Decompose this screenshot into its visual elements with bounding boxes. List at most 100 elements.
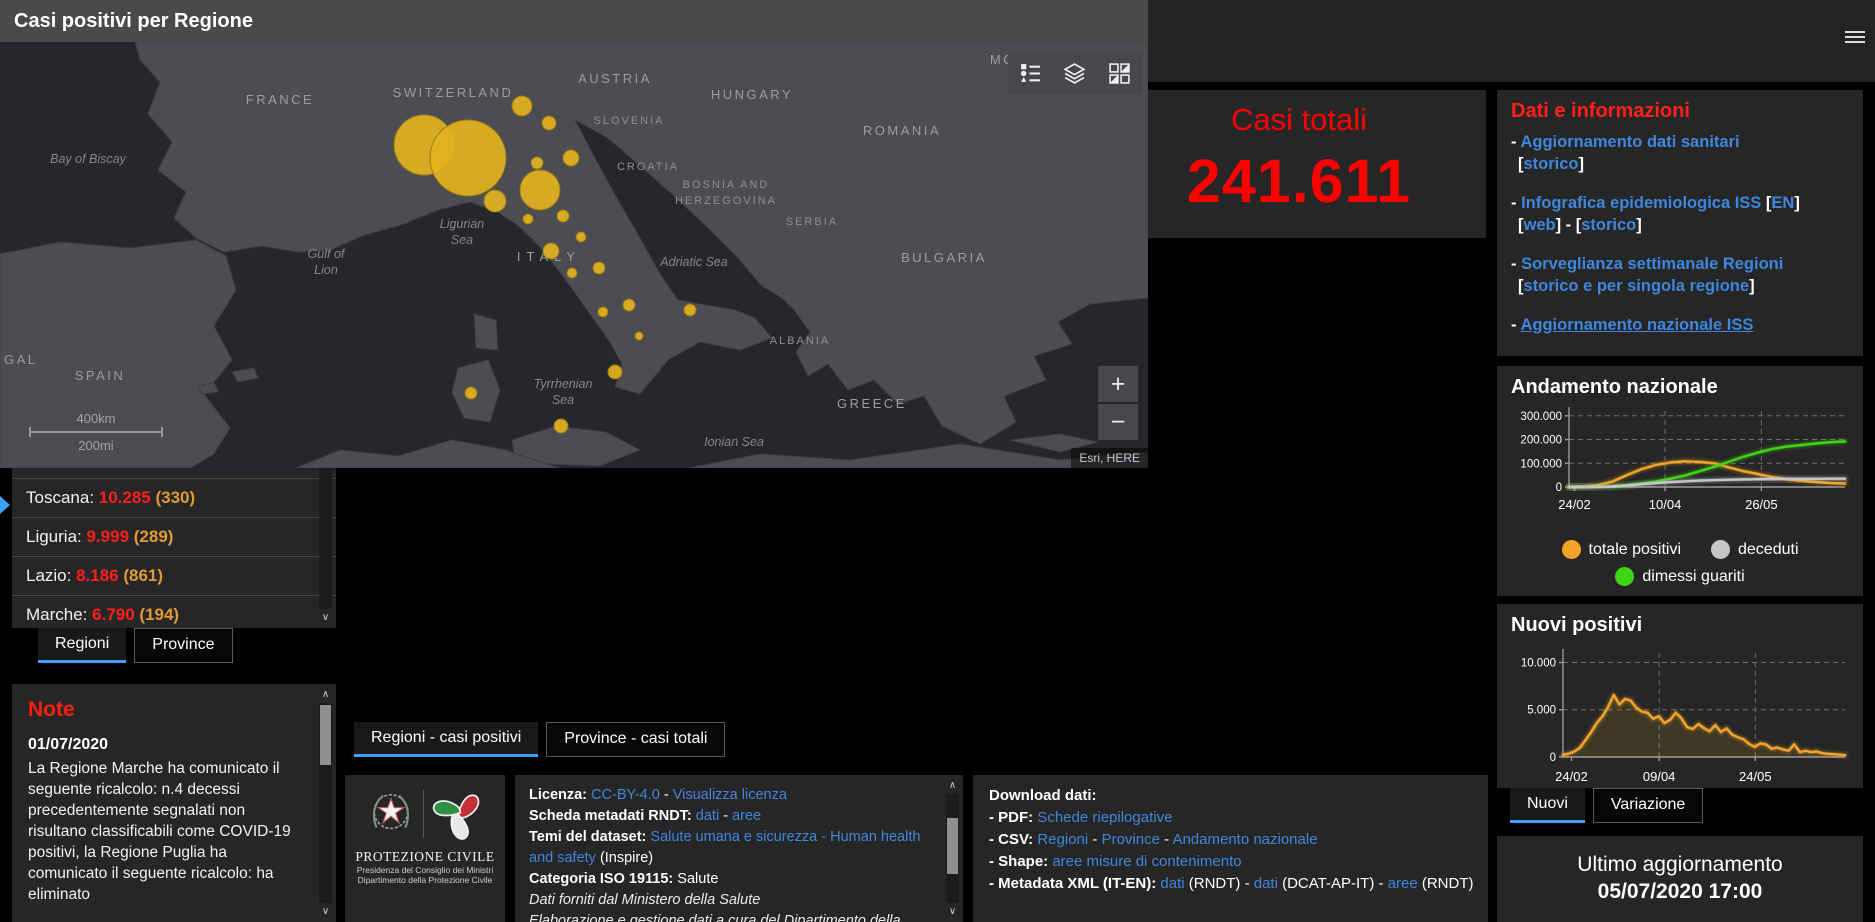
region-case-bubble[interactable]: [623, 299, 635, 311]
scroll-up-icon[interactable]: ∧: [949, 779, 956, 792]
tab-regioni-casi-positivi[interactable]: Regioni - casi positivi: [354, 722, 538, 757]
info-link-item: - Sorveglianza settimanale Regioni[stori…: [1511, 253, 1849, 297]
text-line: - Metadata XML (IT-EN): dati (RNDT) - da…: [989, 873, 1474, 895]
link[interactable]: dati: [696, 808, 719, 824]
link[interactable]: dati: [1160, 875, 1184, 892]
panel-expand-chevron-icon[interactable]: [0, 496, 10, 514]
region-name: Lazio:: [26, 566, 76, 585]
region-name: Marche:: [26, 605, 92, 624]
link[interactable]: aree: [1388, 875, 1418, 892]
scroll-down-icon[interactable]: ∨: [322, 611, 329, 624]
link[interactable]: storico: [1581, 216, 1636, 234]
region-case-bubble[interactable]: [484, 190, 506, 212]
link[interactable]: Schede riepilogative: [1037, 809, 1172, 826]
tab-nuovi[interactable]: Nuovi: [1510, 788, 1585, 823]
info-panel-title: Dati e informazioni: [1497, 90, 1863, 131]
tab-regioni[interactable]: Regioni: [38, 628, 126, 663]
scroll-down-icon[interactable]: ∨: [949, 905, 956, 918]
region-total-cases: 8.186: [76, 566, 119, 585]
nuovi-title: Nuovi positivi: [1497, 604, 1863, 639]
link[interactable]: EN: [1771, 194, 1794, 212]
zoom-out-button[interactable]: −: [1098, 404, 1138, 440]
region-case-bubble[interactable]: [430, 120, 506, 196]
region-case-bubble[interactable]: [557, 210, 569, 222]
text: Categoria ISO 19115:: [529, 871, 677, 887]
legend-icon[interactable]: [1019, 62, 1042, 85]
scroll-up-icon[interactable]: ∧: [322, 688, 329, 701]
zoom-in-button[interactable]: +: [1098, 366, 1138, 402]
license-scrollbar[interactable]: ∧ ∨: [945, 779, 960, 918]
svg-text:09/04: 09/04: [1643, 769, 1676, 784]
tab-province-casi-totali[interactable]: Province - casi totali: [546, 722, 725, 757]
link[interactable]: Sorveglianza settimanale Regioni: [1521, 255, 1783, 273]
svg-text:0: 0: [1556, 482, 1562, 494]
link[interactable]: Province: [1102, 831, 1160, 848]
header-menu-icon[interactable]: [1845, 28, 1865, 44]
link[interactable]: storico: [1524, 155, 1579, 173]
region-row[interactable]: Toscana: 10.285 (330): [12, 479, 336, 518]
map-canvas[interactable]: FRANCESWITZERLANDAUSTRIAHUNGARYSLOVENIAC…: [0, 42, 1148, 468]
nuovi-positivi-panel: Nuovi positivi 10.0005.000024/0209/0424/…: [1497, 604, 1863, 788]
info-links-panel: Dati e informazioni - Aggiornamento dati…: [1497, 90, 1863, 356]
region-row[interactable]: Lazio: 8.186 (861): [12, 557, 336, 596]
text: Salute: [677, 871, 718, 887]
note-scrollbar[interactable]: ∧ ∨: [318, 688, 333, 918]
stat-value: 241.611: [1112, 146, 1486, 216]
region-case-bubble[interactable]: [523, 214, 533, 224]
andamento-chart: 300.000200.000100.000024/0210/0426/05: [1505, 401, 1851, 519]
link[interactable]: aree misure di contenimento: [1052, 853, 1241, 870]
region-row[interactable]: Liguria: 9.999 (289): [12, 518, 336, 557]
region-case-bubble[interactable]: [543, 243, 559, 259]
region-case-bubble[interactable]: [531, 157, 543, 169]
link[interactable]: Visualizza licenza: [673, 787, 787, 803]
region-case-bubble[interactable]: [576, 232, 586, 242]
link[interactable]: storico e per singola regione: [1524, 277, 1750, 295]
layers-icon[interactable]: [1063, 62, 1086, 85]
region-total-cases: 6.790: [92, 605, 135, 624]
tab-province[interactable]: Province: [134, 628, 232, 663]
region-row[interactable]: Marche: 6.790 (194): [12, 596, 336, 628]
region-case-bubble[interactable]: [598, 307, 608, 317]
link[interactable]: CC-BY-4.0: [591, 787, 660, 803]
link[interactable]: Infografica epidemiologica ISS: [1521, 194, 1766, 212]
last-update-panel: Ultimo aggiornamento 05/07/2020 17:00: [1497, 836, 1863, 922]
scroll-down-icon[interactable]: ∨: [322, 905, 329, 918]
region-case-bubble[interactable]: [512, 96, 532, 116]
link[interactable]: Andamento nazionale: [1172, 831, 1317, 848]
map-toolbar: [1008, 52, 1142, 94]
link[interactable]: web: [1524, 216, 1556, 234]
map-svg[interactable]: FRANCESWITZERLANDAUSTRIAHUNGARYSLOVENIAC…: [0, 42, 1148, 468]
scroll-thumb[interactable]: [947, 818, 958, 874]
region-case-bubble[interactable]: [635, 332, 643, 340]
region-case-bubble[interactable]: [608, 365, 622, 379]
scroll-thumb[interactable]: [320, 705, 331, 765]
link[interactable]: aree: [732, 808, 761, 824]
legend-label: dimessi guariti: [1642, 568, 1744, 586]
link[interactable]: Aggiornamento dati sanitari: [1520, 133, 1739, 151]
region-case-bubble[interactable]: [567, 268, 577, 278]
info-link-item: - Infografica epidemiologica ISS [EN][we…: [1511, 192, 1849, 236]
logo-org-name: PROTEZIONE CIVILE: [355, 849, 494, 865]
legend-item: deceduti: [1711, 540, 1799, 559]
legend-item: totale positivi: [1562, 540, 1682, 559]
region-case-bubble[interactable]: [563, 150, 579, 166]
map-country-label: AUSTRIA: [578, 71, 652, 86]
text: ]: [1579, 155, 1585, 173]
info-links-list: - Aggiornamento dati sanitari[storico]- …: [1497, 131, 1863, 336]
text: - PDF:: [989, 809, 1037, 826]
region-case-bubble[interactable]: [684, 304, 696, 316]
region-case-bubble[interactable]: [520, 170, 560, 210]
text: Scheda metadati RNDT:: [529, 808, 696, 824]
map-country-label: SPAIN: [75, 368, 126, 383]
link[interactable]: Regioni: [1037, 831, 1088, 848]
region-case-bubble[interactable]: [465, 387, 477, 399]
text-line: - CSV: Regioni - Province - Andamento na…: [989, 829, 1474, 851]
region-case-bubble[interactable]: [593, 262, 605, 274]
basemap-icon[interactable]: [1108, 62, 1131, 85]
link[interactable]: Aggiornamento nazionale ISS: [1520, 316, 1753, 334]
tab-variazione[interactable]: Variazione: [1593, 788, 1703, 823]
region-case-bubble[interactable]: [542, 116, 556, 130]
svg-text:5.000: 5.000: [1527, 705, 1556, 717]
link[interactable]: dati: [1254, 875, 1278, 892]
region-case-bubble[interactable]: [554, 419, 568, 433]
